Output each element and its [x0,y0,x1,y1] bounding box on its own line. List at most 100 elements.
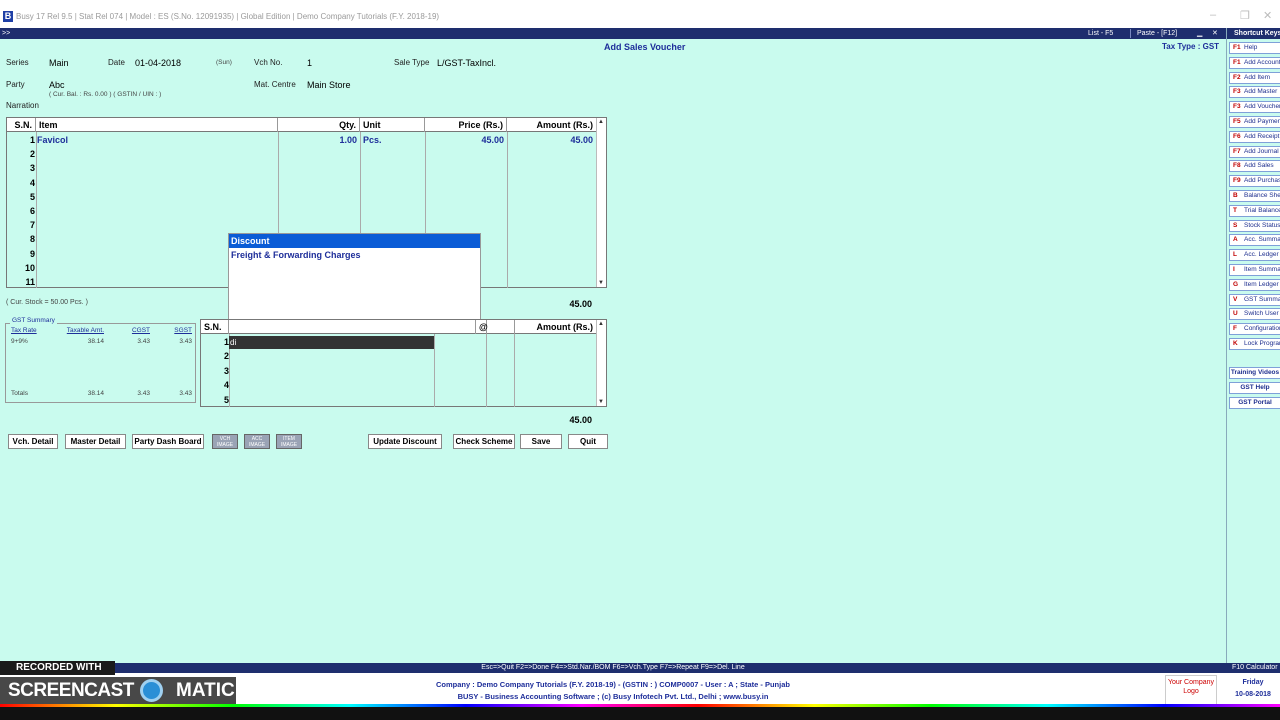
bill-sundry-header: S.N. @ Amount (Rs.) [201,320,606,334]
unit-cell[interactable]: Pcs. [363,135,382,145]
expand-arrow-icon[interactable]: >> [2,28,10,39]
shortcut-key-code: F1 [1233,58,1241,66]
scroll-up-icon[interactable]: ▲ [598,321,604,327]
shortcut-extra[interactable]: GST Help [1229,382,1280,394]
shortcut-key[interactable]: B Balance Sheet [1229,190,1280,202]
vch-image-button[interactable]: VCH IMAGE [212,434,238,449]
shortcut-key[interactable]: F1 Help [1229,42,1280,54]
calculator-key[interactable]: F10 Calculator [1226,663,1280,673]
toolbar: >> List - F5 Paste - [F12] ▁ ✕ [0,28,1226,39]
scroll-down-icon[interactable]: ▼ [598,399,604,405]
window-title: Busy 17 Rel 9.5 | Stat Rel 074 | Model :… [16,12,440,21]
shortcut-key[interactable]: G Item Ledger [1229,278,1280,291]
popup-item-discount[interactable]: Discount [229,234,480,248]
table-row[interactable]: 1 Favicol 1.00 Pcs. 45.00 45.00 [7,134,596,148]
quit-button[interactable]: Quit [568,434,608,449]
shortcut-extra[interactable]: Training Videos [1229,367,1280,379]
party-balance-text: ( Cur. Bal. : Rs. 0.00 ) ( GSTIN / UIN :… [49,91,162,98]
shortcut-key[interactable]: F3 Add Master [1229,86,1280,99]
qty-cell[interactable]: 1.00 [279,135,357,145]
bs-item-input-text: di [230,338,237,347]
scroll-up-icon[interactable]: ▲ [598,119,604,125]
shortcut-key[interactable]: I Item Summary [1229,264,1280,276]
master-detail-button[interactable]: Master Detail [65,434,126,449]
shortcut-key[interactable]: K Lock Program [1229,338,1280,350]
shortcut-key[interactable]: F Configuration [1229,323,1280,336]
table-row[interactable]: 5 [7,191,596,205]
acc-image-button[interactable]: ACC IMAGE [244,434,270,449]
company-logo-box[interactable]: Your Company Logo [1165,675,1217,705]
sale-type-field[interactable]: L/GST-TaxIncl. [437,58,496,68]
shortcut-panel: Shortcut Keys F1 Help F1 Add Account F2 Add I… [1226,28,1280,664]
gst-col-taxable: Taxable Amt. [66,327,104,334]
vch-no-field[interactable]: 1 [307,58,312,68]
shortcut-key[interactable]: F6 Add Receipt [1229,130,1280,143]
bs-item-input[interactable]: di [229,336,434,349]
shortcut-key-label: Switch User [1244,310,1279,318]
shortcut-key-label: Add Sales [1244,162,1274,170]
form-title: Add Sales Voucher [604,42,686,52]
shortcut-key[interactable]: F9Add Purchase [1229,175,1280,188]
shortcut-key[interactable]: F5 Add Payment [1229,116,1280,128]
shortcut-key-label: Add Item [1244,73,1271,81]
update-discount-button[interactable]: Update Discount [368,434,442,449]
shortcut-key[interactable]: F3 Add Voucher [1229,101,1280,114]
party-field[interactable]: Abc [49,80,65,90]
minimize-icon[interactable]: – [1210,9,1216,21]
items-scrollbar[interactable]: ▲ ▼ [596,118,606,287]
shortcut-panel-header: Shortcut Keys [1227,28,1280,39]
toolbar-minimize-icon[interactable]: ▁ [1193,28,1206,39]
popup-item-freight[interactable]: Freight & Forwarding Charges [229,248,480,262]
shortcut-key-code: F2 [1233,73,1241,81]
series-field[interactable]: Main [49,58,69,68]
table-row[interactable]: 6 [7,205,596,219]
gst-col-taxrate: Tax Rate [11,327,37,334]
shortcut-key-code: B [1233,192,1238,199]
shortcut-key[interactable]: F2 Add Item [1229,71,1280,84]
mat-centre-field[interactable]: Main Store [307,80,351,90]
toolbar-close-icon[interactable]: ✕ [1208,28,1222,39]
save-button[interactable]: Save [520,434,562,449]
gst-total-cgst: 3.43 [137,390,150,397]
vch-detail-button[interactable]: Vch. Detail [8,434,58,449]
paste-button[interactable]: Paste - [F12] [1133,28,1181,39]
bs-col-fragment: @ [475,320,488,334]
shortcut-key[interactable]: F8 Add Sales [1229,160,1280,173]
shortcut-extra[interactable]: GST Portal [1229,397,1280,409]
app-logo-icon: B [3,11,13,22]
list-button[interactable]: List - F5 [1084,28,1117,39]
shortcut-key[interactable]: S Stock Status [1229,219,1280,232]
maximize-icon[interactable]: ❐ [1240,9,1250,22]
shortcut-key-code: F7 [1233,147,1241,155]
table-row[interactable]: 3 [7,162,596,176]
footer-date: 10-08-2018 [1235,691,1271,698]
shortcut-key[interactable]: U Switch User [1229,308,1280,321]
item-name-cell[interactable]: Favicol [37,135,68,145]
check-scheme-button[interactable]: Check Scheme [453,434,515,449]
watermark-brand-left: SCREENCAST [8,680,134,701]
party-label: Party [6,80,25,89]
amount-cell[interactable]: 45.00 [508,135,593,145]
shortcut-key[interactable]: F7 Add Journal [1229,145,1280,158]
shortcut-key-label: Item Summary [1244,266,1280,273]
shortcut-key[interactable]: V GST Summary [1229,293,1280,306]
shortcut-key-code: S [1233,221,1238,229]
date-field[interactable]: 01-04-2018 [135,58,181,68]
item-image-button[interactable]: ITEM IMAGE [276,434,302,449]
gst-total-taxable: 38.14 [87,390,104,397]
price-cell[interactable]: 45.00 [426,135,504,145]
shortcut-key[interactable]: L Acc. Ledger [1229,249,1280,262]
bs-scrollbar[interactable]: ▲ ▼ [596,320,606,406]
shortcut-key[interactable]: T Trial Balance [1229,204,1280,217]
scroll-down-icon[interactable]: ▼ [598,280,604,286]
shortcut-key[interactable]: F1 Add Account [1229,56,1280,69]
sale-type-label: Sale Type [394,58,430,67]
shortcut-key-label: Add Journal [1244,147,1279,155]
table-row[interactable]: 7 [7,219,596,233]
shortcut-key[interactable]: A Acc. Summary [1229,234,1280,247]
shortcut-key-code: T [1233,206,1237,214]
party-dashboard-button[interactable]: Party Dash Board [132,434,204,449]
table-row[interactable]: 4 [7,177,596,191]
close-icon[interactable]: ✕ [1263,9,1272,22]
table-row[interactable]: 2 [7,148,596,162]
